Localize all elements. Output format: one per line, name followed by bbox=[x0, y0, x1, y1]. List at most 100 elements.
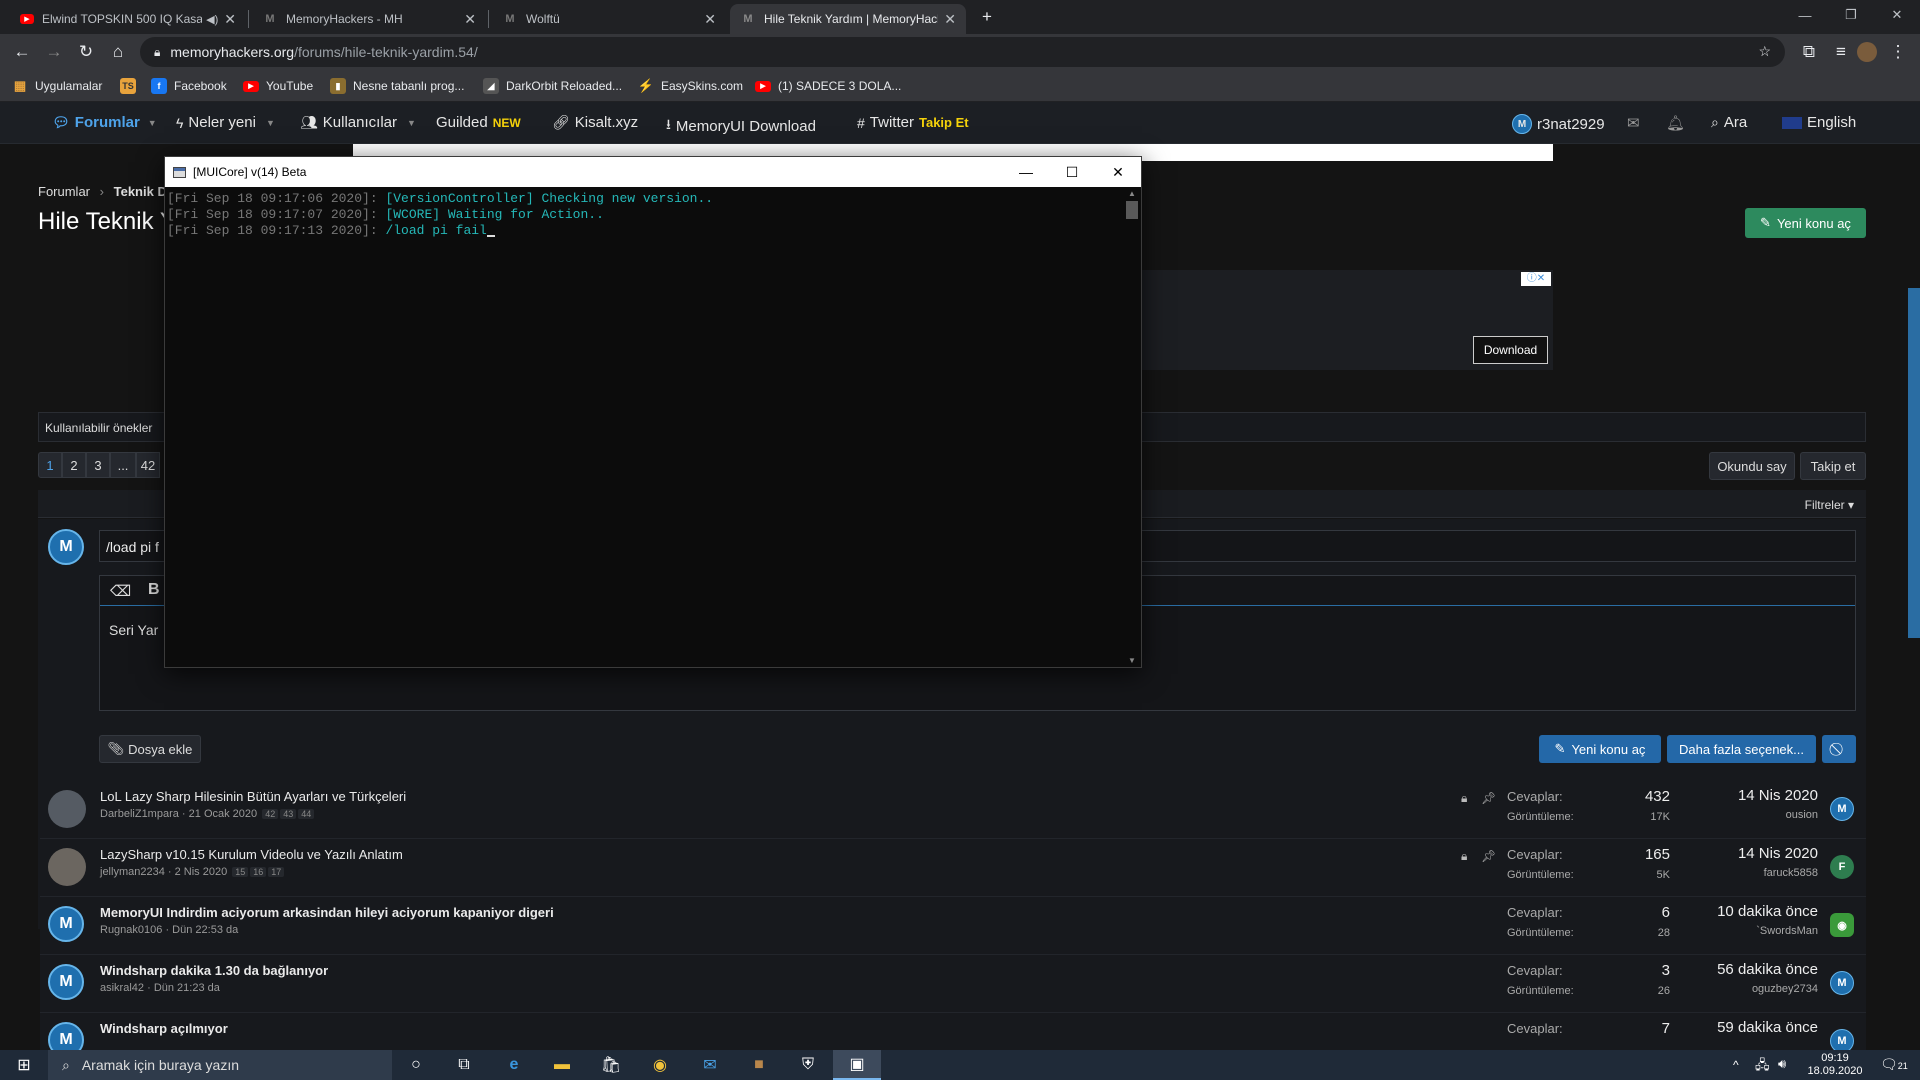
last-post-date[interactable]: 14 Nis 2020 bbox=[1738, 845, 1818, 862]
reload-icon[interactable]: ↻ bbox=[74, 40, 98, 64]
thread-row[interactable]: M Windsharp dakika 1.30 da bağlanıyor as… bbox=[40, 955, 1866, 1013]
close-tab-icon[interactable]: ✕ bbox=[464, 11, 476, 28]
profile-avatar[interactable] bbox=[1855, 40, 1879, 64]
thread-row[interactable]: M MemoryUI Indirdim aciyorum arkasindan … bbox=[40, 897, 1866, 955]
page-1[interactable]: 1 bbox=[38, 452, 62, 478]
page-scrollbar[interactable] bbox=[1908, 288, 1920, 638]
network-icon[interactable]: 🖧︎ bbox=[1755, 1056, 1770, 1078]
tab-wolftu[interactable]: M Wolftü ✕ bbox=[492, 4, 726, 34]
close-icon[interactable]: ✕ bbox=[1095, 157, 1141, 187]
page-2[interactable]: 2 bbox=[62, 452, 86, 478]
nav-kisalt[interactable]: 🔗︎ Kisalt.xyz bbox=[552, 114, 638, 131]
breadcrumb-forums[interactable]: Forumlar bbox=[38, 184, 90, 199]
bell-icon[interactable]: 🔔︎ bbox=[1666, 114, 1685, 132]
close-tab-icon[interactable]: ✕ bbox=[224, 11, 236, 28]
console-window[interactable]: [MUICore] v(14) Beta — ☐ ✕ [Fri Sep 18 0… bbox=[164, 156, 1142, 668]
nav-user[interactable]: Mr3nat2929 bbox=[1512, 114, 1605, 134]
chevron-down-icon[interactable]: ▼ bbox=[266, 118, 275, 128]
extensions-icon[interactable]: ⧉ bbox=[1797, 40, 1821, 64]
task-view-icon[interactable]: ⧉ bbox=[440, 1050, 488, 1080]
last-post-date[interactable]: 14 Nis 2020 bbox=[1738, 787, 1818, 804]
page-ellipsis[interactable]: ... bbox=[110, 452, 136, 478]
cancel-icon[interactable]: ⃠ bbox=[1822, 735, 1856, 763]
new-tab-icon[interactable]: + bbox=[975, 5, 999, 29]
mail-icon[interactable]: ✉ bbox=[686, 1050, 734, 1080]
tray-chevron-icon[interactable]: ^ bbox=[1733, 1058, 1739, 1072]
last-poster-avatar[interactable]: F bbox=[1830, 855, 1854, 879]
minecraft-icon[interactable]: ■ bbox=[735, 1050, 783, 1080]
home-icon[interactable]: ⌂ bbox=[106, 40, 130, 64]
attach-file-button[interactable]: 📎︎ Dosya ekle bbox=[99, 735, 201, 763]
chevron-down-icon[interactable]: ▼ bbox=[407, 118, 416, 128]
thread-title[interactable]: LazySharp v10.15 Kurulum Videolu ve Yazı… bbox=[100, 847, 403, 862]
speaker-icon[interactable]: ◀) bbox=[206, 13, 218, 26]
filters-dropdown[interactable]: Filtreler ▾ bbox=[1805, 498, 1854, 512]
ad-download-button[interactable]: Download bbox=[1473, 336, 1548, 364]
eraser-icon[interactable]: ⌫ bbox=[110, 582, 131, 600]
bookmark-easyskins[interactable]: ⚡ EasySkins.com bbox=[638, 76, 743, 96]
bookmark-youtube[interactable]: ▶ YouTube bbox=[243, 76, 313, 96]
ad-choices-icon[interactable]: ⓘ✕ bbox=[1521, 272, 1551, 286]
console-scrollbar[interactable]: ▲ ▼ bbox=[1124, 187, 1141, 667]
tab-youtube[interactable]: ▶ Elwind TOPSKIN 500 IQ Kasa ◀) ✕ bbox=[10, 4, 246, 34]
last-post-user[interactable]: oguzbey2734 bbox=[1752, 983, 1818, 995]
last-post-user[interactable]: faruck5858 bbox=[1764, 867, 1818, 879]
security-shield-icon[interactable]: ⛨ bbox=[784, 1050, 832, 1080]
page-3[interactable]: 3 bbox=[86, 452, 110, 478]
minimize-icon[interactable]: — bbox=[1782, 0, 1828, 30]
notifications-icon[interactable]: 🗨︎21 bbox=[1880, 1056, 1908, 1073]
follow-button[interactable]: Takip et bbox=[1800, 452, 1866, 480]
tab-hile-teknik-yardim[interactable]: M Hile Teknik Yardım | MemoryHack ✕ bbox=[730, 4, 966, 34]
nav-twitter[interactable]: # Twitter Takip Et bbox=[857, 114, 969, 131]
windows-start-icon[interactable]: ⊞ bbox=[0, 1050, 48, 1080]
more-options-button[interactable]: Daha fazla seçenek... bbox=[1667, 735, 1816, 763]
back-icon[interactable]: ← bbox=[10, 40, 34, 64]
chevron-down-icon[interactable]: ▼ bbox=[148, 118, 157, 128]
menu-kebab-icon[interactable]: ⋮ bbox=[1886, 40, 1910, 64]
new-thread-button[interactable]: ✎ Yeni konu aç bbox=[1745, 208, 1866, 238]
close-window-icon[interactable]: ✕ bbox=[1874, 0, 1920, 30]
nav-whats-new[interactable]: ϟ Neler yeni ▼ bbox=[176, 114, 275, 131]
maximize-icon[interactable]: ☐ bbox=[1049, 157, 1095, 187]
console-title-bar[interactable]: [MUICore] v(14) Beta — ☐ ✕ bbox=[165, 157, 1141, 187]
console-scroll-thumb[interactable] bbox=[1126, 201, 1138, 219]
nav-language[interactable]: English bbox=[1782, 114, 1856, 131]
media-control-icon[interactable]: ≡ bbox=[1829, 40, 1853, 64]
bookmark-sadece[interactable]: ▶ (1) SADECE 3 DOLA... bbox=[755, 76, 901, 96]
post-thread-button[interactable]: ✎ Yeni konu aç bbox=[1539, 735, 1661, 763]
thread-title[interactable]: Windsharp dakika 1.30 da bağlanıyor bbox=[100, 963, 328, 978]
nav-guilded[interactable]: Guilded NEW bbox=[436, 114, 521, 131]
forward-icon[interactable]: → bbox=[42, 40, 66, 64]
last-poster-avatar[interactable]: M bbox=[1830, 1029, 1854, 1050]
mark-read-button[interactable]: Okundu say bbox=[1709, 452, 1795, 480]
nav-forums[interactable]: 💬︎ Forumlar ▼ bbox=[52, 114, 157, 131]
close-tab-icon[interactable]: ✕ bbox=[704, 11, 716, 28]
store-icon[interactable]: 🛍︎ bbox=[587, 1050, 635, 1080]
last-poster-avatar[interactable]: M bbox=[1830, 971, 1854, 995]
minimize-icon[interactable]: — bbox=[1003, 157, 1049, 187]
last-post-date[interactable]: 56 dakika önce bbox=[1717, 961, 1818, 978]
close-tab-icon[interactable]: ✕ bbox=[944, 11, 956, 28]
restore-icon[interactable]: ❐ bbox=[1828, 0, 1874, 30]
volume-icon[interactable]: 🔊︎ bbox=[1778, 1056, 1786, 1072]
bookmark-nesne[interactable]: ▮ Nesne tabanlı prog... bbox=[330, 76, 464, 96]
scroll-down-icon[interactable]: ▼ bbox=[1128, 656, 1136, 665]
file-explorer-icon[interactable]: ▬ bbox=[538, 1050, 586, 1080]
nav-members[interactable]: 👥︎ Kullanıcılar ▼ bbox=[300, 114, 416, 131]
bookmark-apps[interactable]: ▦ Uygulamalar bbox=[12, 76, 103, 96]
edge-icon[interactable]: e bbox=[490, 1050, 538, 1080]
page-42[interactable]: 42 bbox=[136, 452, 160, 478]
last-post-user[interactable]: `SwordsMan bbox=[1756, 925, 1818, 937]
clock[interactable]: 09:19 18.09.2020 bbox=[1800, 1052, 1870, 1078]
bookmark-star-icon[interactable]: ☆ bbox=[1758, 43, 1771, 60]
bookmark-ts[interactable]: TS bbox=[120, 76, 143, 96]
thread-title[interactable]: Windsharp açılmıyor bbox=[100, 1021, 228, 1036]
thread-title[interactable]: MemoryUI Indirdim aciyorum arkasindan hi… bbox=[100, 905, 554, 920]
scroll-up-icon[interactable]: ▲ bbox=[1128, 189, 1136, 198]
nav-memoryui-download[interactable]: ⭳ MemoryUI Download bbox=[666, 114, 816, 138]
address-bar[interactable]: 🔒︎ memoryhackers.org/forums/hile-teknik-… bbox=[140, 37, 1785, 67]
cortana-icon[interactable]: ○ bbox=[392, 1050, 440, 1080]
thread-row[interactable]: LazySharp v10.15 Kurulum Videolu ve Yazı… bbox=[40, 839, 1866, 897]
taskbar-search[interactable]: ⌕ Aramak için buraya yazın bbox=[48, 1050, 392, 1080]
breadcrumb-teknik[interactable]: Teknik D bbox=[114, 184, 167, 199]
